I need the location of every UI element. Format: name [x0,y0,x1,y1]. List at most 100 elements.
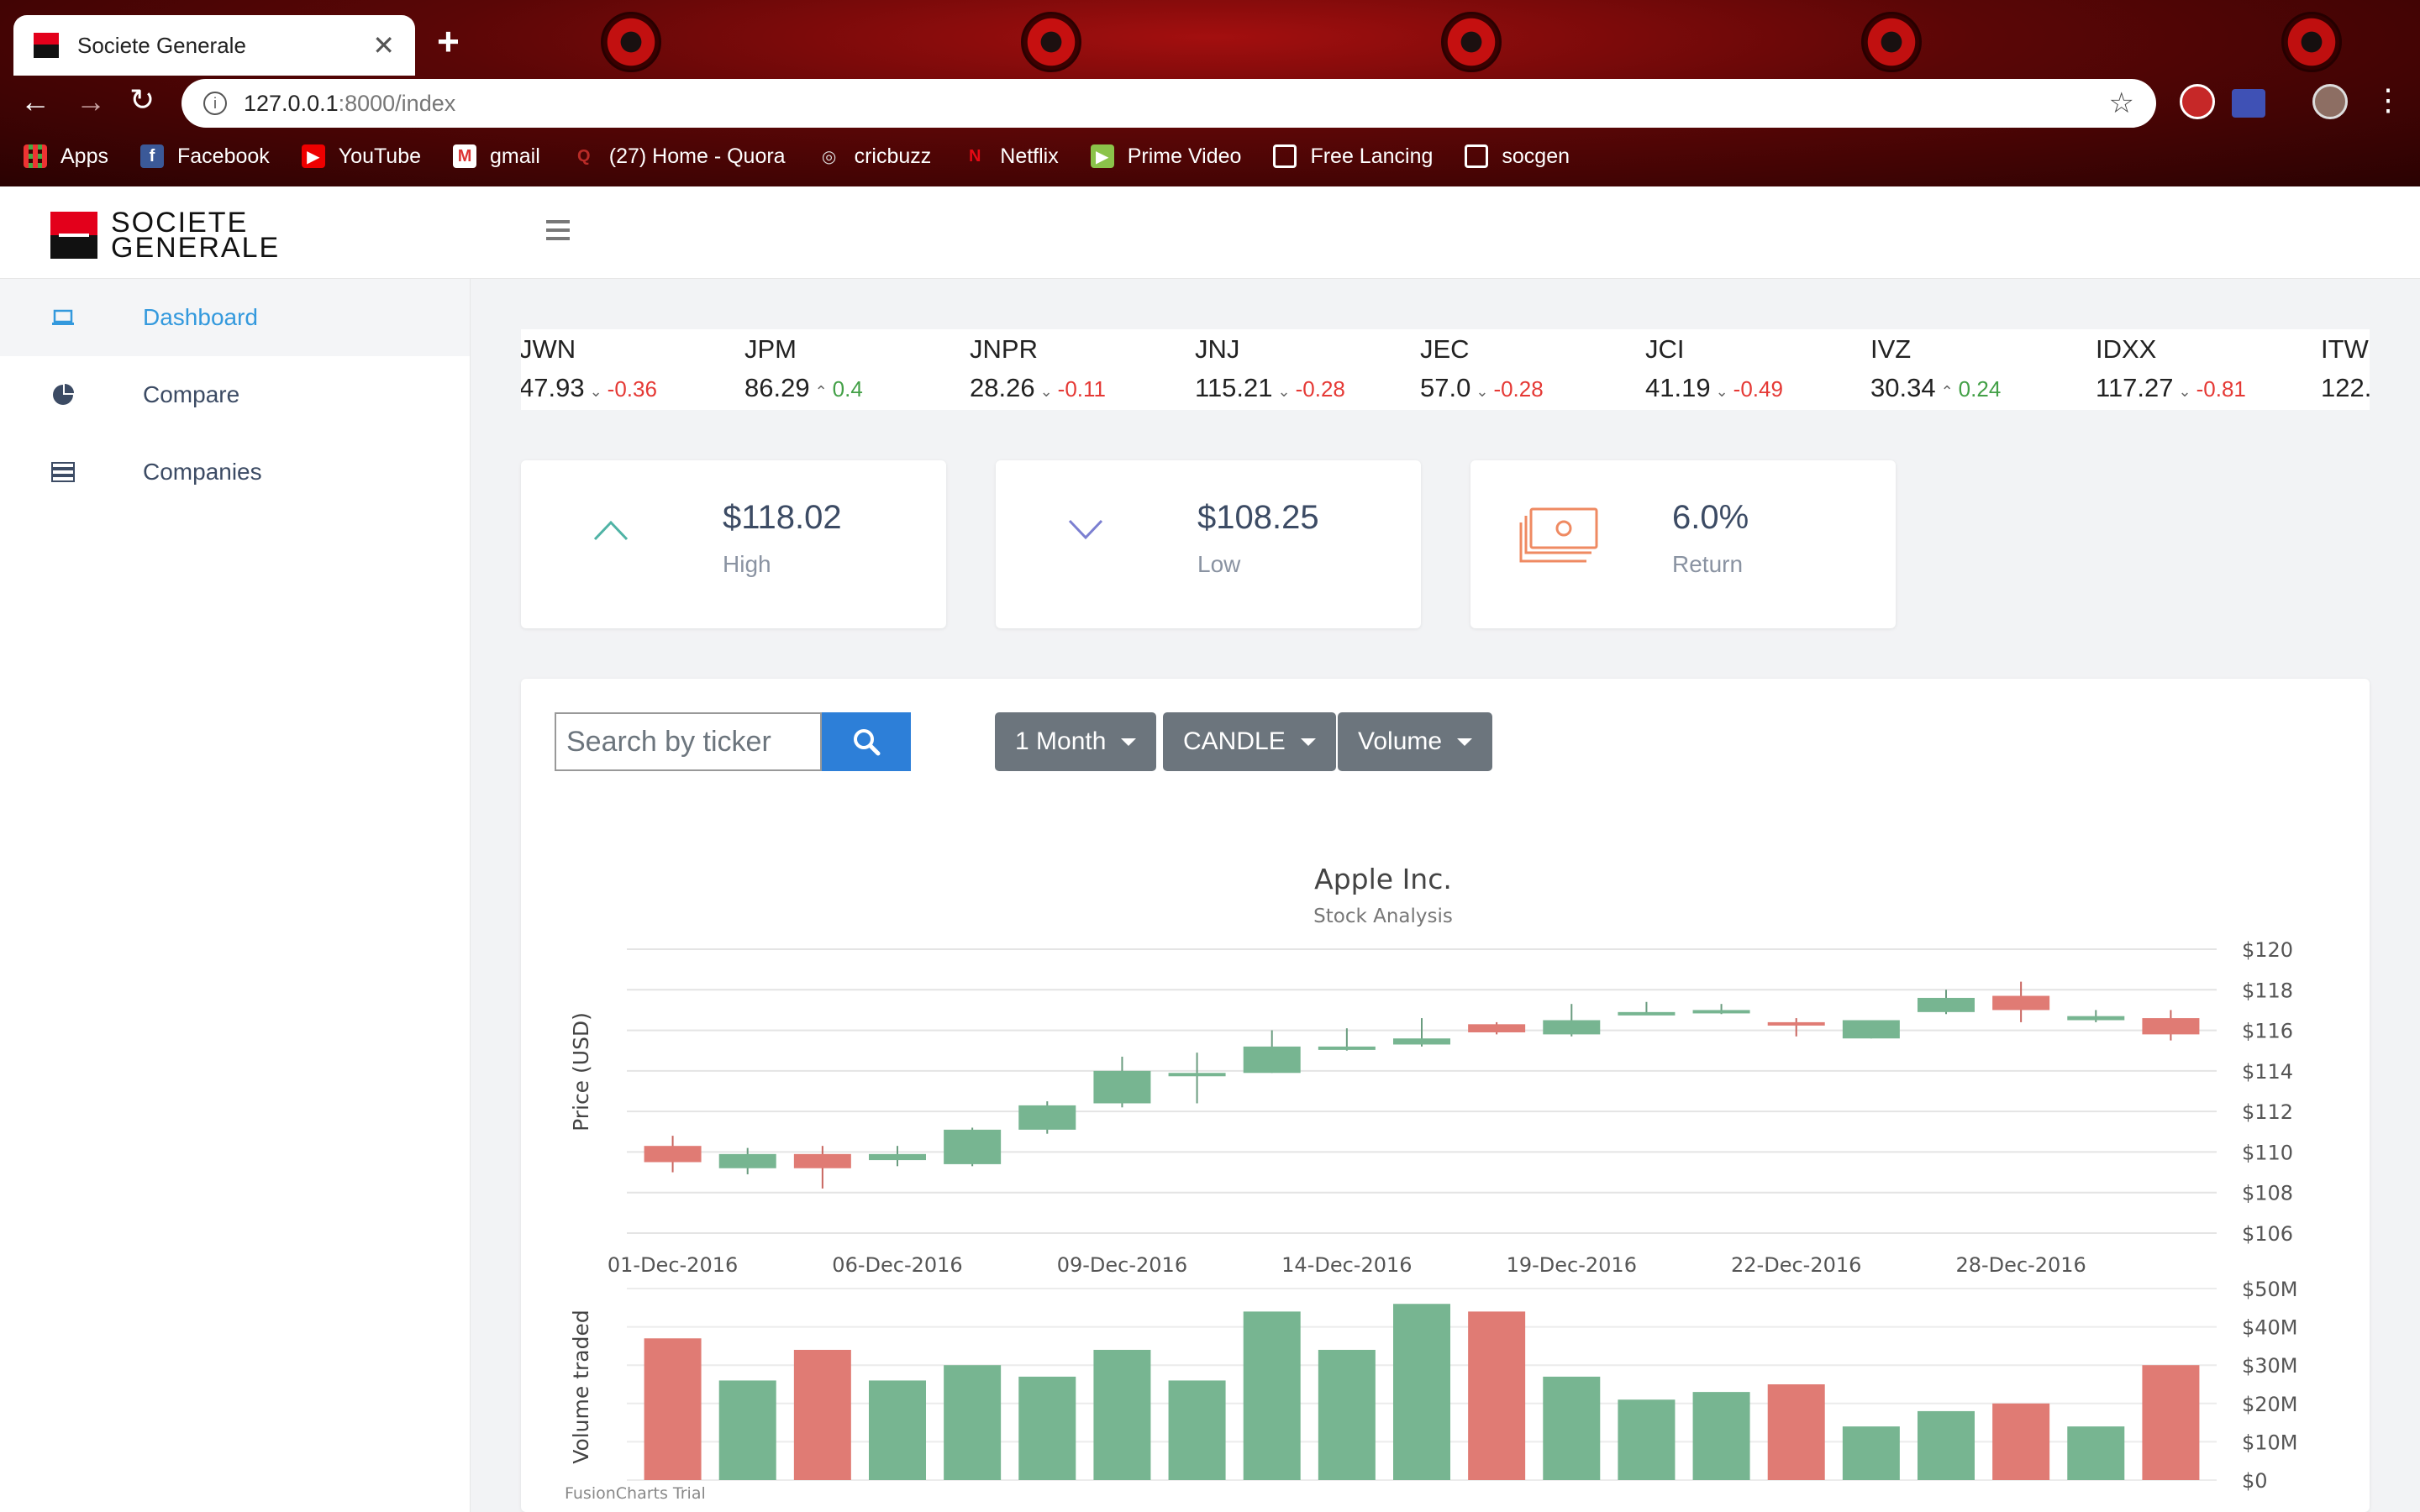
url-path: :8000/index [338,90,456,116]
societe-generale-logo[interactable]: SOCIETE GENERALE [50,208,280,262]
x-tick-label: 01-Dec-2016 [608,1253,738,1277]
bookmark-facebook[interactable]: f Facebook [139,144,270,169]
chart-subtitle: Stock Analysis [1313,906,1453,927]
new-tab-button[interactable]: + [437,18,460,64]
reload-icon[interactable]: ↻ [129,82,155,118]
netflix-icon: N [969,146,981,165]
ticker-symbol: JCI [1645,334,1685,364]
volume-tick-label: $50M [2242,1278,2298,1301]
bookmark-label: Apps [60,144,108,168]
pie-chart-icon [50,384,76,406]
logo-line-2: GENERALE [111,232,281,264]
ticker-quote: 30.34 ⌃ 0.24 [1870,373,2001,403]
prime-video-icon: ▶ [1090,144,1114,168]
ticker-item: JEC 57.0 ⌄ -0.28 [1420,334,1544,403]
bookmark-label: gmail [490,144,540,168]
bookmark-free-lancing[interactable]: Free Lancing [1273,144,1433,169]
browser-menu-icon[interactable]: ⋮ [2373,82,2403,118]
ticker-quote: 28.26 ⌄ -0.11 [970,373,1106,403]
sidebar: Dashboard Compare Companies [0,279,471,1512]
volume-bar [1692,1392,1750,1480]
bookmark-gmail[interactable]: Mgmail [453,144,540,169]
bookmark-socgen[interactable]: socgen [1465,144,1570,169]
volume-bar [869,1380,926,1480]
high-label: High [723,551,771,577]
volume-bar [1543,1376,1601,1480]
site-info-icon[interactable]: i [203,92,227,115]
candle-body [1692,1010,1750,1014]
caret-down-icon: ⌄ [1277,383,1291,400]
deadpool-wallpaper-icon [601,12,661,72]
address-bar[interactable]: i 127.0.0.1:8000/index ☆ [182,79,2156,128]
bookmark-label: Free Lancing [1310,144,1434,168]
caret-down-icon: ⌄ [1715,383,1728,400]
volume-bar [1018,1376,1076,1480]
x-tick-label: 09-Dec-2016 [1057,1253,1187,1277]
candle-body [1318,1046,1376,1050]
ticker-change: -0.36 [607,376,657,402]
stock-ticker: JWN 47.93 ⌄ -0.36 JPM 86.29 ⌃ 0.4 JNPR 28.26 ⌄ -0.1… [521,329,2370,410]
price-tick-label: $106 [2242,1222,2293,1246]
ticker-symbol: JNPR [970,334,1038,364]
price-tick-label: $112 [2242,1100,2293,1124]
adblock-extension-icon[interactable] [2180,84,2215,119]
ticker-item: JCI 41.19 ⌄ -0.49 [1645,334,1783,403]
chart-panel: 1 Month CANDLE Volume Apple Inc. Stock A… [521,679,2370,1512]
sidebar-item-compare[interactable]: Compare [0,356,470,433]
x-tick-label: 28-Dec-2016 [1955,1253,2086,1277]
volume-bar [1168,1380,1226,1480]
caret-down-icon: ⌄ [589,383,602,400]
bookmark-youtube[interactable]: ▶ YouTube [301,144,422,169]
volume-bar [1767,1384,1825,1480]
deadpool-wallpaper-icon [2281,12,2342,72]
ticker-quote: 122. [2321,373,2370,403]
bookmark-star-icon[interactable]: ☆ [2109,87,2134,120]
ticker-item: JWN 47.93 ⌄ -0.36 [521,334,657,403]
caret-up-icon: ⌃ [1940,383,1954,400]
sidebar-item-companies[interactable]: Companies [0,433,470,511]
ticker-item: JNPR 28.26 ⌄ -0.11 [970,334,1106,403]
stat-card-high: $118.02 High [521,460,946,628]
ticker-symbol: IDXX [2096,334,2157,364]
volume-bar [1243,1311,1301,1480]
apps-grid-icon [24,144,47,168]
ticker-change: -0.81 [2196,376,2246,402]
close-tab-icon[interactable]: ✕ [372,29,395,61]
candle-body [1543,1020,1601,1035]
browser-tab[interactable]: Societe Generale ✕ [13,15,415,76]
ticker-item: IDXX 117.27 ⌄ -0.81 [2096,334,2246,403]
bookmark-label: YouTube [338,144,422,168]
sidebar-item-dashboard[interactable]: Dashboard [0,279,470,356]
bookmark-prime-video[interactable]: ▶ Prime Video [1090,144,1241,169]
bookmark-netflix[interactable]: N Netflix [963,144,1059,169]
candle-body [2067,1016,2125,1021]
forward-icon[interactable]: → [76,84,106,119]
volume-tick-label: $30M [2242,1354,2298,1378]
gmail-icon: M [453,144,477,168]
laptop-icon [50,307,76,328]
volume-bar [1992,1403,2050,1480]
ticker-price: 30.34 [1870,373,1936,402]
candle-body [2142,1018,2200,1035]
bookmark-apps[interactable]: Apps [24,144,108,169]
bookmark-cricbuzz[interactable]: ◎ cricbuzz [818,144,931,169]
logo-mark-icon [50,212,97,259]
volume-bar [1618,1399,1676,1480]
candle-body [1393,1038,1450,1045]
bookmark-27-home-quora[interactable]: Q (27) Home - Quora [572,144,786,169]
extension-icon[interactable] [2232,89,2265,118]
candle-body [718,1153,776,1168]
url-text: 127.0.0.1:8000/index [244,91,2109,117]
volume-bar [944,1365,1002,1480]
bookmark-label: Facebook [176,144,270,168]
ticker-price: 47.93 [521,373,585,402]
back-icon[interactable]: ← [20,84,50,119]
sidebar-item-label: Compare [143,381,240,407]
logo-text: SOCIETE GENERALE [111,208,280,262]
bookmark-label: (27) Home - Quora [608,144,786,168]
hamburger-menu-icon[interactable] [546,220,570,245]
candle-body [1168,1073,1226,1077]
volume-tick-label: $0 [2242,1469,2268,1493]
profile-avatar[interactable] [2312,84,2348,119]
volume-tick-label: $10M [2242,1431,2298,1454]
